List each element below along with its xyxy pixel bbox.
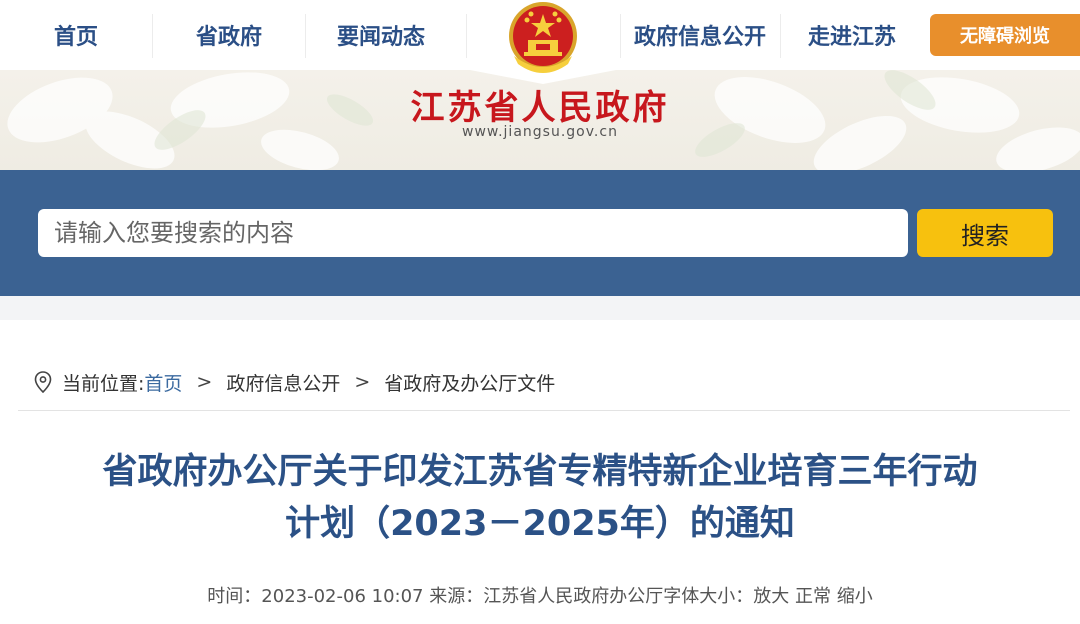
breadcrumb-item-gov-documents[interactable]: 省政府及办公厅文件 [384,369,555,396]
breadcrumb-home-link[interactable]: 首页 [144,369,182,396]
search-input[interactable] [38,209,908,257]
source-value: 江苏省人民政府办公厅 [483,586,664,607]
article-title-line-1: 省政府办公厅关于印发江苏省专精特新企业培育三年行动 [102,452,978,492]
article-meta: 时间：2023-02-06 10:07 来源：江苏省人民政府办公厅字体大小：放大… [0,582,1080,608]
nav-item-gov-info-disclosure[interactable]: 政府信息公开 [621,0,779,70]
accessibility-button[interactable]: 无障碍浏览 [930,14,1080,56]
nav-item-about-jiangsu[interactable]: 走进江苏 [781,0,923,70]
font-enlarge-button[interactable]: 放大 [753,586,789,607]
breadcrumb-item-gov-info-disclosure[interactable]: 政府信息公开 [226,369,340,396]
nav-item-province-gov[interactable]: 省政府 [153,0,305,70]
nav-separator [466,14,467,58]
breadcrumb: 当前位置: 首页 > 政府信息公开 > 省政府及办公厅文件 [34,366,555,398]
article-title: 省政府办公厅关于印发江苏省专精特新企业培育三年行动 计划（2023－2025年）… [20,446,1060,550]
font-normal-button[interactable]: 正常 [795,586,831,607]
search-bar-section: 搜索 [0,170,1080,296]
breadcrumb-separator: > [354,371,371,393]
location-pin-icon [34,371,52,393]
breadcrumb-divider [18,410,1070,411]
section-gap [0,296,1080,320]
font-size-label: 字体大小： [663,586,754,607]
breadcrumb-prefix: 当前位置: [62,372,145,395]
source-label: 来源： [429,586,484,607]
article-title-line-2: 计划（2023－2025年）的通知 [285,504,795,544]
national-emblem-logo[interactable] [470,0,616,88]
nav-item-home[interactable]: 首页 [0,0,152,70]
publish-time: 2023-02-06 10:07 [261,586,424,607]
site-url: www.jiangsu.gov.cn [462,124,618,140]
nav-item-news[interactable]: 要闻动态 [306,0,456,70]
time-label: 时间： [207,586,262,607]
search-button[interactable]: 搜索 [917,209,1053,257]
font-shrink-button[interactable]: 缩小 [837,586,873,607]
breadcrumb-separator: > [196,371,213,393]
